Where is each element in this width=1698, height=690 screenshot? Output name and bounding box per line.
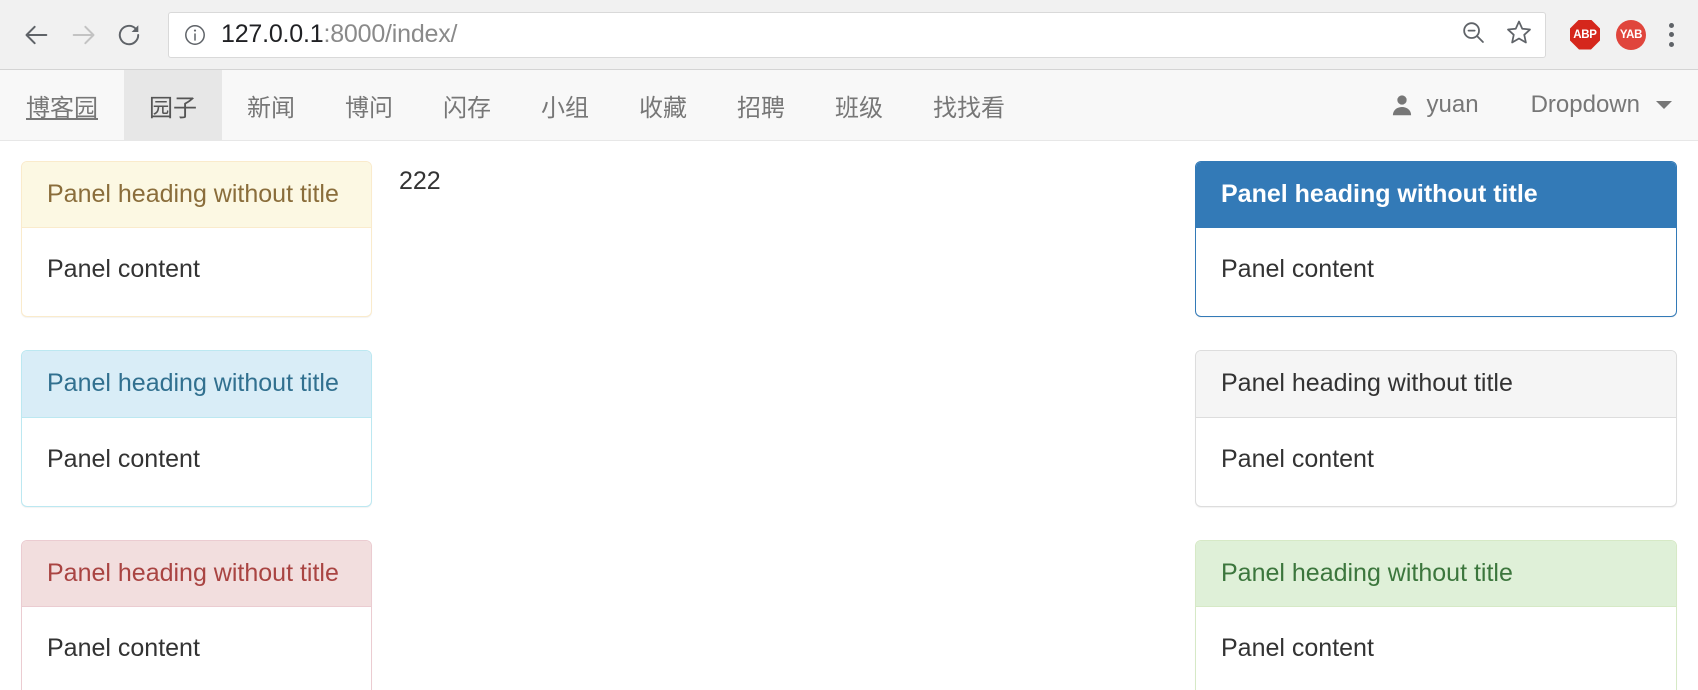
star-icon[interactable] bbox=[1505, 18, 1533, 51]
nav-item-banji[interactable]: 班级 bbox=[810, 70, 908, 140]
left-column: Panel heading without title Panel conten… bbox=[21, 161, 372, 690]
nav-item-xiaozu[interactable]: 小组 bbox=[516, 70, 614, 140]
nav-link-shancun[interactable]: 闪存 bbox=[418, 70, 516, 140]
forward-button bbox=[60, 12, 106, 58]
navbar-nav: 园子 新闻 博问 闪存 小组 收藏 招聘 班级 找找看 bbox=[124, 70, 1030, 140]
panel-success: Panel heading without title Panel conten… bbox=[1195, 539, 1677, 690]
nav-item-xinwen[interactable]: 新闻 bbox=[222, 70, 320, 140]
url-path: :8000/index/ bbox=[323, 20, 458, 48]
yab-extension-icon[interactable]: YAB bbox=[1616, 19, 1646, 50]
nav-link-yuanzi[interactable]: 园子 bbox=[124, 70, 222, 140]
caret-down-icon bbox=[1656, 101, 1672, 109]
panel-body: Panel content bbox=[47, 444, 200, 473]
nav-link-user[interactable]: yuan bbox=[1363, 91, 1505, 118]
username-label: yuan bbox=[1426, 91, 1479, 118]
nav-link-shoucang[interactable]: 收藏 bbox=[614, 70, 712, 140]
middle-text: 222 bbox=[399, 167, 441, 195]
nav-link-zhaopin[interactable]: 招聘 bbox=[712, 70, 810, 140]
nav-link-dropdown[interactable]: Dropdown bbox=[1505, 91, 1698, 118]
panel-default: Panel heading without title Panel conten… bbox=[1195, 350, 1677, 507]
panel-body: Panel content bbox=[1221, 444, 1374, 473]
url-host: 127.0.0.1 bbox=[221, 20, 324, 48]
navbar-brand[interactable]: 博客园 bbox=[0, 70, 124, 140]
url-text: 127.0.0.1:8000/index/ bbox=[221, 20, 1448, 49]
panel-primary: Panel heading without title Panel conten… bbox=[1195, 161, 1677, 318]
forward-arrow-icon bbox=[69, 21, 97, 49]
reload-icon bbox=[116, 22, 142, 48]
panel-heading: Panel heading without title bbox=[22, 351, 371, 418]
middle-column: 222 bbox=[372, 161, 1195, 199]
nav-link-xinwen[interactable]: 新闻 bbox=[222, 70, 320, 140]
panel-body: Panel content bbox=[1221, 633, 1374, 662]
panel-body: Panel content bbox=[1221, 255, 1374, 284]
nav-link-zhaozhaokan[interactable]: 找找看 bbox=[908, 70, 1030, 140]
nav-item-dropdown[interactable]: Dropdown bbox=[1505, 91, 1698, 118]
nav-link-banji[interactable]: 班级 bbox=[810, 70, 908, 140]
nav-link-xiaozu[interactable]: 小组 bbox=[516, 70, 614, 140]
nav-item-zhaopin[interactable]: 招聘 bbox=[712, 70, 810, 140]
kebab-dot bbox=[1668, 41, 1674, 47]
site-navbar: 博客园 园子 新闻 博问 闪存 小组 收藏 招聘 班级 找找看 yuan Dro… bbox=[0, 70, 1698, 141]
browser-menu-button[interactable] bbox=[1658, 18, 1684, 52]
browser-toolbar: 127.0.0.1:8000/index/ ABP YAB bbox=[0, 0, 1698, 70]
back-button[interactable] bbox=[14, 12, 60, 58]
panel-body: Panel content bbox=[47, 633, 200, 662]
panel-row: Panel heading without title Panel conten… bbox=[21, 141, 1677, 690]
nav-item-shoucang[interactable]: 收藏 bbox=[614, 70, 712, 140]
panel-heading: Panel heading without title bbox=[1196, 540, 1676, 607]
kebab-dot bbox=[1668, 22, 1674, 28]
dropdown-label: Dropdown bbox=[1530, 91, 1640, 118]
kebab-dot bbox=[1668, 32, 1674, 37]
panel-danger: Panel heading without title Panel conten… bbox=[21, 539, 372, 690]
panel-heading: Panel heading without title bbox=[1196, 162, 1676, 229]
info-circle-icon[interactable] bbox=[183, 23, 207, 47]
navbar-right-nav: yuan Dropdown bbox=[1363, 91, 1698, 118]
back-arrow-icon bbox=[23, 21, 51, 49]
nav-item-bowen[interactable]: 博问 bbox=[320, 70, 418, 140]
panel-warning: Panel heading without title Panel conten… bbox=[21, 161, 372, 318]
panel-heading: Panel heading without title bbox=[22, 540, 371, 607]
panel-info: Panel heading without title Panel conten… bbox=[21, 350, 372, 507]
page-content: Panel heading without title Panel conten… bbox=[0, 141, 1698, 690]
nav-item-yuanzi[interactable]: 园子 bbox=[124, 70, 222, 140]
panel-heading: Panel heading without title bbox=[1196, 351, 1676, 418]
adblock-plus-extension-icon[interactable]: ABP bbox=[1570, 19, 1600, 50]
nav-item-shancun[interactable]: 闪存 bbox=[418, 70, 516, 140]
user-icon bbox=[1389, 92, 1415, 118]
panel-heading: Panel heading without title bbox=[22, 162, 371, 229]
reload-button[interactable] bbox=[106, 12, 152, 58]
nav-item-zhaozhaokan[interactable]: 找找看 bbox=[908, 70, 1030, 140]
address-bar[interactable]: 127.0.0.1:8000/index/ bbox=[168, 11, 1546, 58]
panel-body: Panel content bbox=[47, 255, 200, 284]
nav-link-bowen[interactable]: 博问 bbox=[320, 70, 418, 140]
zoom-out-icon[interactable] bbox=[1460, 19, 1487, 51]
nav-item-user[interactable]: yuan bbox=[1363, 91, 1505, 118]
right-column: Panel heading without title Panel conten… bbox=[1195, 161, 1677, 690]
